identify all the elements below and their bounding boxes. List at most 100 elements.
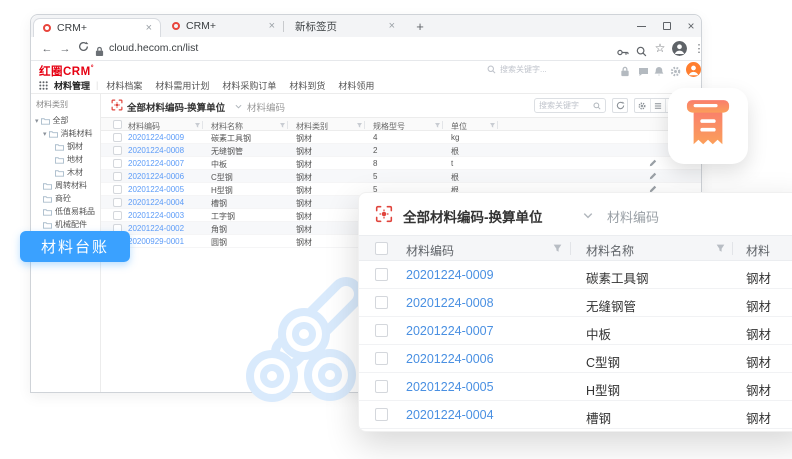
- table-row[interactable]: 20201224-0009碳素工具钢钢材4kg: [101, 131, 701, 144]
- window-close-button[interactable]: ×: [679, 15, 703, 37]
- edit-pencil-icon[interactable]: [649, 159, 657, 167]
- tree-item[interactable]: 低值易耗品: [31, 205, 100, 218]
- tree-item[interactable]: 地材: [31, 153, 100, 166]
- material-code-link[interactable]: 20201224-0009: [128, 133, 184, 142]
- bookmark-star-icon[interactable]: ☆: [652, 40, 668, 56]
- menu-item[interactable]: 材料到货: [289, 79, 325, 92]
- table-search-input[interactable]: 搜索关键字: [534, 98, 606, 113]
- chevron-down-icon[interactable]: [235, 104, 242, 109]
- tree-item[interactable]: 机械配件: [31, 218, 100, 231]
- browser-menu-icon[interactable]: ⋮: [691, 41, 707, 57]
- global-search[interactable]: 搜索关键字...: [487, 64, 547, 75]
- tab-close-icon[interactable]: ×: [269, 20, 275, 32]
- row-checkbox[interactable]: [113, 198, 122, 207]
- material-code-link[interactable]: 20201224-0006: [406, 352, 494, 366]
- new-tab-button[interactable]: +: [411, 18, 429, 36]
- material-code-link[interactable]: 20201224-0002: [128, 224, 184, 233]
- view-title[interactable]: 全部材料编码-换算单位: [403, 206, 543, 226]
- row-checkbox[interactable]: [375, 352, 388, 365]
- filter-funnel-icon[interactable]: [279, 122, 286, 129]
- view-title[interactable]: 全部材料编码-换算单位: [127, 100, 225, 114]
- tree-item[interactable]: ▾消耗材料: [31, 127, 100, 140]
- zoom-icon[interactable]: [636, 44, 648, 54]
- material-code-link[interactable]: 20201224-0009: [406, 268, 494, 282]
- tab-new-page[interactable]: 新标签页 ×: [285, 15, 403, 37]
- gear-icon[interactable]: [670, 64, 681, 75]
- table-row[interactable]: 20201224-0006C型钢钢材: [359, 345, 792, 373]
- material-code-link[interactable]: 20201224-0006: [128, 172, 184, 181]
- filter-funnel-icon[interactable]: [552, 243, 563, 254]
- filter-funnel-icon[interactable]: [489, 122, 496, 129]
- window-minimize-button[interactable]: [629, 15, 653, 37]
- lock-icon[interactable]: [620, 64, 631, 75]
- filter-funnel-icon[interactable]: [194, 122, 201, 129]
- tree-item[interactable]: 钢材: [31, 140, 100, 153]
- settings-button[interactable]: [635, 99, 651, 112]
- profile-avatar[interactable]: [672, 41, 687, 56]
- message-icon[interactable]: [638, 64, 649, 75]
- row-checkbox[interactable]: [113, 185, 122, 194]
- material-code-link[interactable]: 20201224-0008: [128, 146, 184, 155]
- material-code-link[interactable]: 20201224-0007: [406, 324, 494, 338]
- table-row[interactable]: 20201224-0004槽钢钢材: [359, 401, 792, 429]
- row-checkbox[interactable]: [375, 408, 388, 421]
- row-checkbox[interactable]: [375, 380, 388, 393]
- table-row[interactable]: 20201224-0006C型钢钢材5根: [101, 170, 701, 183]
- caret-down-icon[interactable]: ▾: [43, 130, 47, 138]
- back-icon[interactable]: ←: [39, 41, 55, 57]
- tree-item[interactable]: ▾全部: [31, 114, 100, 127]
- tab-crm-2[interactable]: CRM+ ×: [163, 15, 283, 37]
- edit-pencil-icon[interactable]: [649, 172, 657, 180]
- refresh-button[interactable]: [612, 98, 628, 113]
- menu-item[interactable]: 材料领用: [338, 79, 374, 92]
- apps-grid-icon[interactable]: [39, 81, 48, 90]
- row-checkbox[interactable]: [375, 324, 388, 337]
- filter-funnel-icon[interactable]: [434, 122, 441, 129]
- table-row[interactable]: 20201224-0008无缝钢管钢材2根: [101, 144, 701, 157]
- forward-icon[interactable]: →: [57, 41, 73, 57]
- material-code-link[interactable]: 20201224-0003: [128, 211, 184, 220]
- row-checkbox[interactable]: [113, 146, 122, 155]
- tree-item[interactable]: 商砼: [31, 192, 100, 205]
- table-row[interactable]: 20201224-0005H型钢钢材: [359, 373, 792, 401]
- menu-item[interactable]: 材料需用计划: [155, 79, 209, 92]
- bell-icon[interactable]: [654, 64, 665, 75]
- window-maximize-button[interactable]: [655, 15, 679, 37]
- tree-item[interactable]: 周转材料: [31, 179, 100, 192]
- menu-item[interactable]: 材料档案: [106, 79, 142, 92]
- material-code-link[interactable]: 20201224-0004: [128, 198, 184, 207]
- key-icon[interactable]: [617, 44, 629, 54]
- menu-item-active[interactable]: 材料管理: [54, 79, 90, 92]
- row-checkbox[interactable]: [113, 159, 122, 168]
- material-code-link[interactable]: 20201224-0008: [406, 296, 494, 310]
- row-checkbox[interactable]: [375, 296, 388, 309]
- view-field[interactable]: 材料编码: [247, 100, 285, 114]
- material-code-link[interactable]: 20201224-0007: [128, 159, 184, 168]
- table-row[interactable]: 20201224-0007中板钢材: [359, 317, 792, 345]
- chevron-down-icon[interactable]: [583, 212, 593, 219]
- select-all-checkbox[interactable]: [375, 242, 388, 255]
- reload-icon[interactable]: [75, 41, 91, 57]
- caret-down-icon[interactable]: ▾: [35, 117, 39, 125]
- view-field[interactable]: 材料编码: [607, 207, 659, 226]
- tab-close-icon[interactable]: ×: [146, 22, 152, 34]
- user-avatar[interactable]: [686, 62, 701, 77]
- tree-item[interactable]: 木材: [31, 166, 100, 179]
- table-row[interactable]: 20201224-0008无缝钢管钢材: [359, 289, 792, 317]
- table-row[interactable]: 20201224-0007中板钢材8t: [101, 157, 701, 170]
- tab-close-icon[interactable]: ×: [389, 20, 395, 32]
- row-checkbox[interactable]: [113, 172, 122, 181]
- row-checkbox[interactable]: [375, 268, 388, 281]
- material-code-link[interactable]: 20200929-0001: [128, 237, 184, 246]
- material-code-link[interactable]: 20201224-0005: [128, 185, 184, 194]
- material-code-link[interactable]: 20201224-0005: [406, 380, 494, 394]
- row-checkbox[interactable]: [113, 211, 122, 220]
- filter-funnel-icon[interactable]: [715, 243, 726, 254]
- url-field[interactable]: cloud.hecom.cn/list: [109, 42, 198, 54]
- columns-button[interactable]: [651, 99, 667, 112]
- table-row[interactable]: 20201224-0009碳素工具钢钢材: [359, 261, 792, 289]
- filter-funnel-icon[interactable]: [356, 122, 363, 129]
- select-all-checkbox[interactable]: [113, 120, 122, 129]
- material-code-link[interactable]: 20201224-0004: [406, 408, 494, 422]
- row-checkbox[interactable]: [113, 133, 122, 142]
